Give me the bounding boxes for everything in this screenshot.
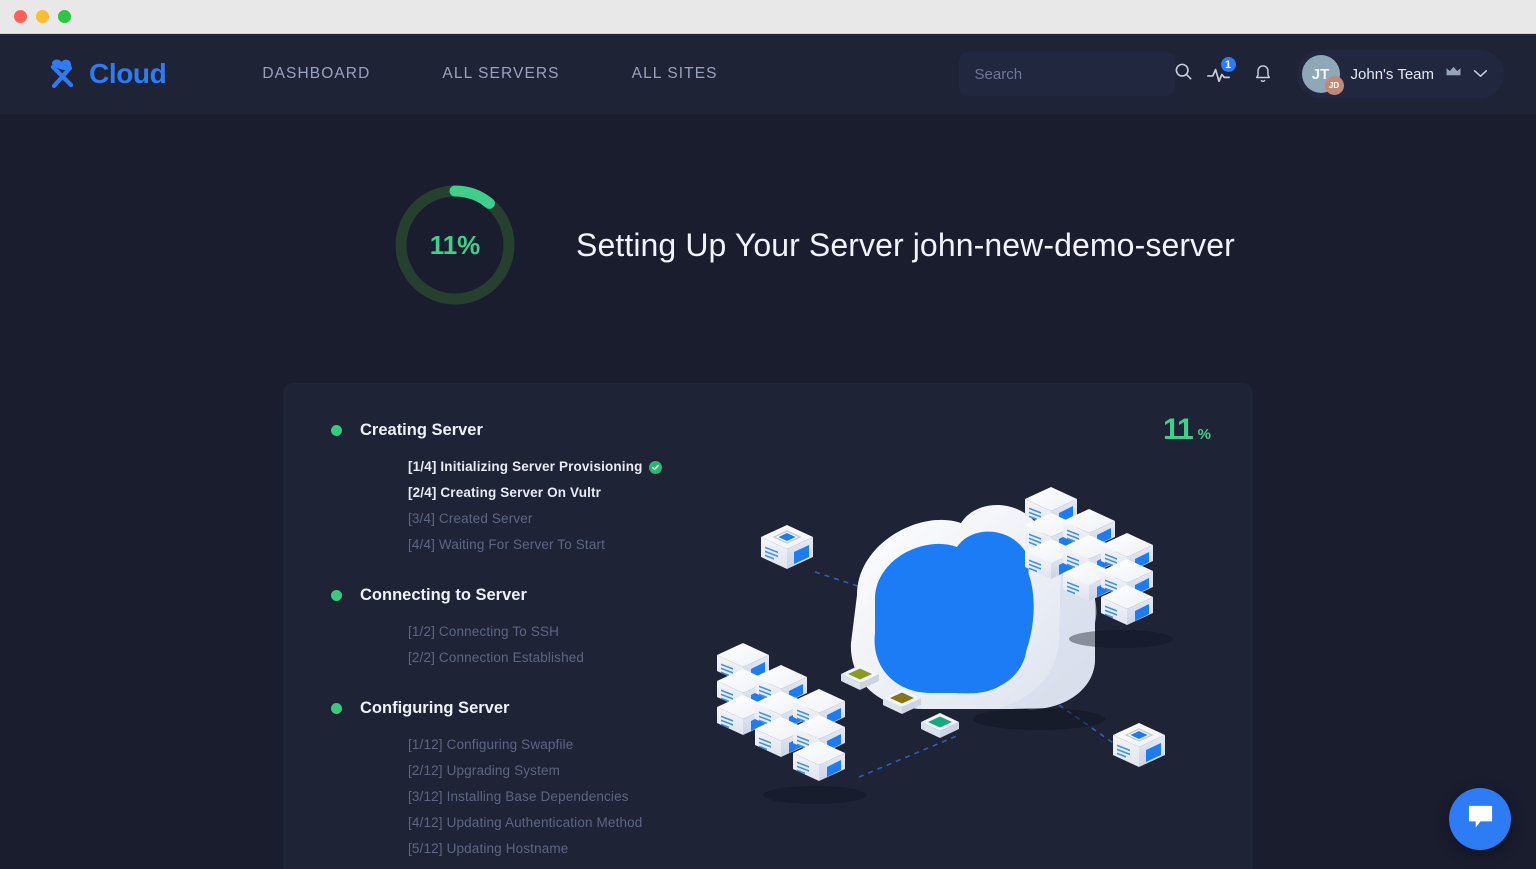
list-item: [5/12] Updating Hostname bbox=[408, 841, 569, 856]
chat-bubble-icon bbox=[1466, 803, 1495, 835]
setup-hero: 11% Setting Up Your Server john-new-demo… bbox=[0, 114, 1536, 308]
search-box[interactable] bbox=[958, 52, 1192, 96]
header-actions: 1 JT JD John's Team bbox=[958, 50, 1504, 98]
step-group-title: Configuring Server bbox=[360, 699, 510, 717]
cloud-infrastructure-illustration bbox=[709, 447, 1229, 827]
setup-progress-card: 11 % Creating Server [1/4] Initializing … bbox=[283, 383, 1253, 869]
search-input[interactable] bbox=[974, 65, 1174, 83]
progress-ring-label: 11% bbox=[429, 229, 481, 260]
app-viewport: Cloud DASHBOARD ALL SERVERS ALL SITES Se… bbox=[0, 34, 1536, 869]
window-minimize-button[interactable] bbox=[36, 10, 49, 23]
window-titlebar bbox=[0, 0, 1536, 34]
card-percent-value: 11 bbox=[1162, 413, 1194, 446]
activity-count-badge: 1 bbox=[1218, 55, 1238, 74]
brand-logo[interactable]: Cloud bbox=[40, 56, 167, 92]
avatar-sub-badge: JD bbox=[1324, 76, 1344, 95]
progress-ring: 11% bbox=[392, 182, 518, 308]
nav-item-all-sites[interactable]: ALL SITES bbox=[596, 65, 754, 83]
card-percent-symbol: % bbox=[1197, 426, 1211, 443]
user-team-name: John's Team bbox=[1350, 65, 1434, 83]
page-title: Setting Up Your Server john-new-demo-ser… bbox=[576, 226, 1235, 263]
brand-name: Cloud bbox=[89, 58, 167, 89]
step-group-header: Creating Server bbox=[331, 421, 1253, 440]
app-header: Cloud DASHBOARD ALL SERVERS ALL SITES Se… bbox=[0, 34, 1536, 114]
search-icon bbox=[1174, 62, 1193, 86]
nav-item-all-servers[interactable]: ALL SERVERS bbox=[406, 65, 595, 83]
cloud-logo-icon bbox=[40, 56, 82, 92]
user-menu[interactable]: JT JD John's Team bbox=[1296, 50, 1504, 98]
window-maximize-button[interactable] bbox=[58, 10, 71, 23]
step-group-title: Creating Server bbox=[360, 421, 483, 439]
notifications-button[interactable] bbox=[1241, 52, 1285, 96]
main-nav: DASHBOARD ALL SERVERS ALL SITES bbox=[226, 65, 753, 83]
card-percent: 11 % bbox=[1163, 413, 1211, 447]
step-group-title: Connecting to Server bbox=[360, 586, 527, 604]
status-bullet-icon bbox=[331, 590, 342, 601]
activity-button[interactable]: 1 bbox=[1197, 52, 1241, 96]
status-bullet-icon bbox=[331, 425, 342, 436]
chat-widget-button[interactable] bbox=[1449, 788, 1511, 850]
step-label: [1/4] Initializing Server Provisioning bbox=[408, 459, 643, 474]
nav-item-dashboard[interactable]: DASHBOARD bbox=[226, 65, 406, 83]
crown-icon bbox=[1445, 65, 1462, 83]
status-bullet-icon bbox=[331, 703, 342, 714]
check-circle-icon bbox=[648, 460, 662, 474]
window-close-button[interactable] bbox=[14, 10, 27, 23]
chevron-down-icon bbox=[1473, 65, 1488, 83]
avatar: JT JD bbox=[1301, 55, 1344, 95]
